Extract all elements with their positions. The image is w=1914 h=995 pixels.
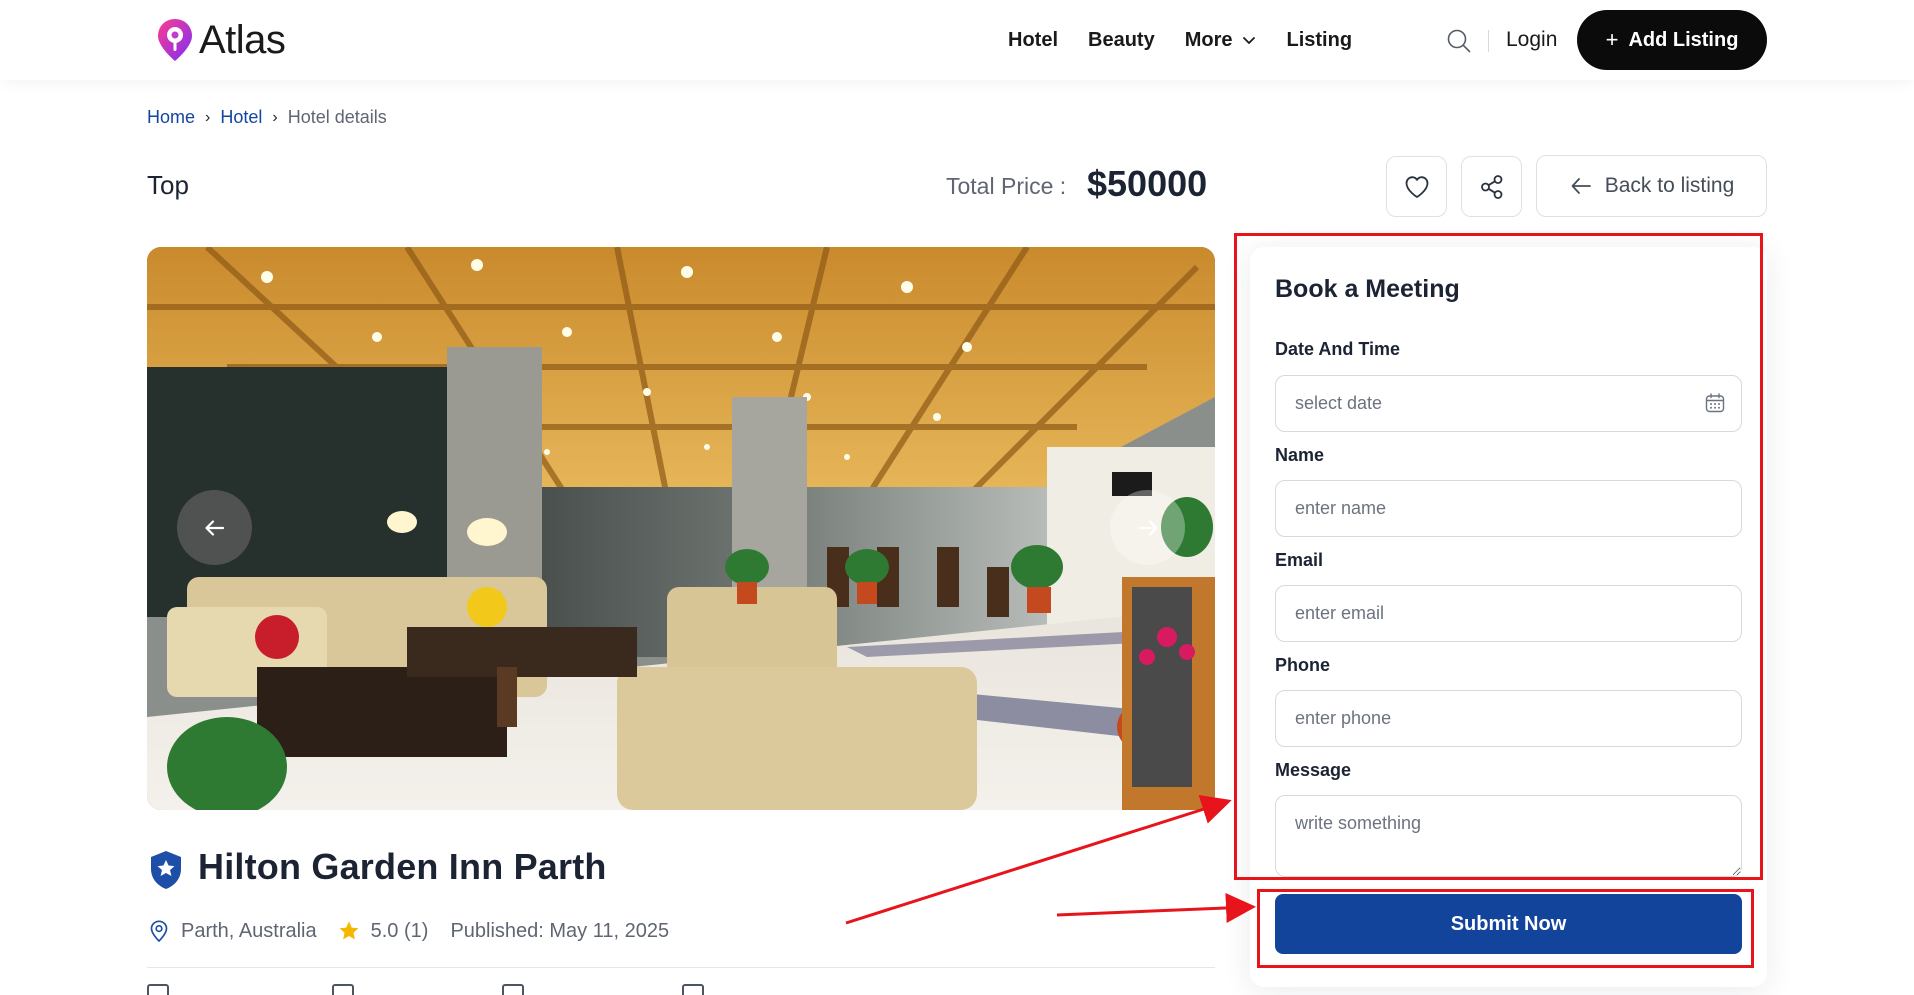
- breadcrumb-separator-icon: ›: [272, 108, 278, 126]
- heart-icon: [1405, 175, 1428, 198]
- message-label: Message: [1275, 760, 1352, 780]
- price-value: $50000: [1087, 163, 1208, 204]
- breadcrumb-home[interactable]: Home: [147, 107, 195, 128]
- search-icon[interactable]: [1446, 28, 1472, 54]
- nav-label: More: [1184, 29, 1233, 51]
- nav-item-more[interactable]: More: [1185, 26, 1257, 54]
- breadcrumb-hotel[interactable]: Hotel: [220, 107, 262, 128]
- feature-tab-icon[interactable]: [147, 984, 169, 995]
- logo-pin-icon: [158, 19, 192, 61]
- gallery-prev-button[interactable]: [177, 490, 252, 565]
- photo-gallery: [147, 247, 1215, 810]
- booking-title: Book a Meeting: [1275, 275, 1460, 303]
- price-label: Total Price :: [946, 173, 1067, 199]
- header-divider: [1488, 30, 1489, 52]
- brand-name: Atlas: [199, 18, 286, 62]
- favorite-button[interactable]: [1386, 156, 1447, 217]
- feature-tab-icon[interactable]: [682, 984, 704, 995]
- add-listing-button[interactable]: + Add Listing: [1577, 10, 1767, 70]
- listing-tag: Top: [147, 170, 189, 200]
- share-icon: [1480, 174, 1502, 199]
- listing-rating: 5.0 (1): [337, 919, 429, 943]
- breadcrumb-separator-icon: ›: [205, 108, 211, 126]
- name-input[interactable]: [1275, 480, 1742, 537]
- phone-label: Phone: [1275, 655, 1331, 675]
- nav-item-beauty[interactable]: Beauty: [1088, 26, 1155, 54]
- chevron-down-icon: [1242, 37, 1255, 44]
- feature-tab-icon[interactable]: [332, 984, 354, 995]
- date-time-input[interactable]: [1275, 375, 1742, 432]
- hotel-lobby-photo: [147, 247, 1215, 810]
- message-textarea[interactable]: [1275, 795, 1742, 877]
- feature-tab-icon[interactable]: [502, 984, 524, 995]
- email-input[interactable]: [1275, 585, 1742, 642]
- plus-icon: +: [1605, 27, 1619, 52]
- listing-title: Hilton Garden Inn Parth: [198, 846, 607, 887]
- brand-logo[interactable]: Atlas: [155, 17, 286, 63]
- date-time-field-wrap: [1275, 375, 1742, 432]
- arrow-left-icon: [204, 519, 224, 536]
- star-icon: [339, 921, 359, 940]
- submit-now-button[interactable]: Submit Now: [1275, 894, 1742, 954]
- annotation-arrow-to-form: [845, 794, 1232, 925]
- nav-label: Beauty: [1088, 29, 1155, 51]
- nav-item-listing[interactable]: Listing: [1287, 26, 1353, 54]
- date-time-label: Date And Time: [1275, 339, 1401, 359]
- site-header: Atlas Hotel Beauty More Listing Login + …: [0, 0, 1914, 80]
- listing-published-date: Published: May 11, 2025: [450, 919, 670, 942]
- login-link[interactable]: Login: [1506, 26, 1557, 54]
- gallery-next-button[interactable]: [1110, 490, 1185, 565]
- email-label: Email: [1275, 550, 1324, 570]
- annotation-arrow-to-submit: [1056, 893, 1256, 923]
- add-listing-label: Add Listing: [1628, 28, 1739, 51]
- listing-location: Parth, Australia: [147, 919, 317, 943]
- main-nav: Hotel Beauty More Listing: [1008, 26, 1352, 54]
- listing-meta: Parth, Australia 5.0 (1) Published: May …: [147, 919, 669, 943]
- nav-label: Listing: [1286, 29, 1353, 51]
- location-pin-icon: [150, 920, 168, 943]
- listing-location-text: Parth, Australia: [181, 919, 317, 942]
- back-to-listing-button[interactable]: Back to listing: [1536, 155, 1767, 217]
- feature-tabs-row: [147, 984, 1215, 995]
- name-label: Name: [1275, 445, 1325, 465]
- nav-label: Hotel: [1008, 29, 1058, 51]
- breadcrumb: Home › Hotel › Hotel details: [147, 107, 387, 128]
- arrow-right-icon: [1138, 519, 1158, 536]
- phone-input[interactable]: [1275, 690, 1742, 747]
- arrow-left-icon: [1571, 178, 1591, 194]
- verified-shield-icon: [151, 851, 181, 889]
- section-divider: [147, 967, 1215, 968]
- nav-item-hotel[interactable]: Hotel: [1008, 26, 1058, 54]
- listing-rating-text: 5.0 (1): [370, 919, 429, 942]
- back-to-listing-label: Back to listing: [1604, 174, 1735, 197]
- share-button[interactable]: [1461, 156, 1522, 217]
- breadcrumb-current: Hotel details: [287, 107, 387, 127]
- calendar-icon[interactable]: [1704, 392, 1726, 414]
- book-meeting-card: Book a Meeting Date And Time Name Email …: [1250, 247, 1767, 987]
